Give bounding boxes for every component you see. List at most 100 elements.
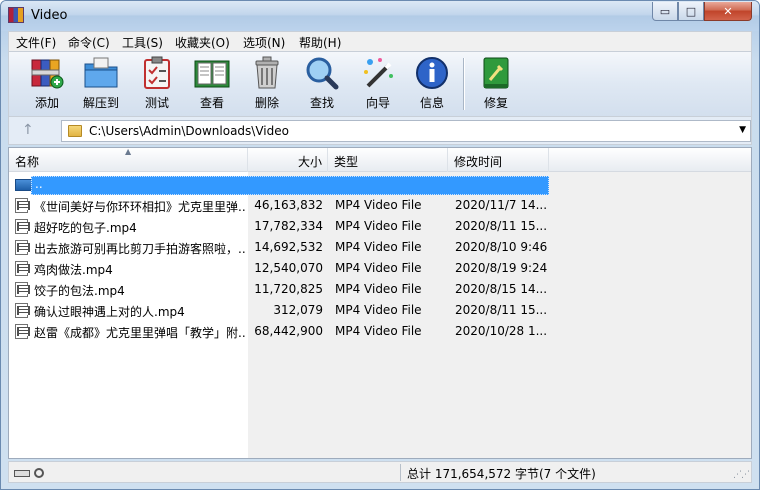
file-modified: 2020/8/10 9:46 — [455, 240, 548, 254]
winrar-window: Video ▭ □ ✕ 文件(F) 命令(C) 工具(S) 收藏夹(O) 选项(… — [0, 0, 760, 490]
extract-folder-icon — [83, 56, 119, 90]
chevron-down-icon[interactable]: ▼ — [739, 125, 746, 135]
file-name: 《世间美好与你环环相扣》尤克里里弹... — [34, 200, 246, 214]
info-icon — [414, 56, 450, 90]
repair-button[interactable]: 修复 — [470, 56, 522, 114]
column-type[interactable]: 类型 — [328, 148, 448, 172]
extract-to-button[interactable]: 解压到 — [75, 56, 127, 114]
path-text: C:\Users\Admin\Downloads\Video — [89, 124, 289, 138]
menu-help[interactable]: 帮助(H) — [299, 34, 341, 51]
file-size: 68,442,900 — [254, 324, 323, 338]
status-divider — [400, 464, 401, 481]
info-button[interactable]: 信息 — [406, 56, 458, 114]
file-size: 312,079 — [273, 303, 323, 317]
table-row[interactable]: 确认过眼神遇上对的人.mp4 312,079 MP4 Video File 20… — [9, 300, 751, 321]
file-type: MP4 Video File — [335, 198, 422, 212]
file-name: .. — [35, 177, 43, 191]
close-button[interactable]: ✕ — [704, 2, 752, 21]
file-modified: 2020/8/19 9:24 — [455, 261, 548, 275]
file-size: 11,720,825 — [254, 282, 323, 296]
minimize-icon: ▭ — [659, 4, 671, 18]
find-button[interactable]: 查找 — [296, 56, 348, 114]
test-button[interactable]: 测试 — [131, 56, 183, 114]
file-name: 确认过眼神遇上对的人.mp4 — [34, 305, 185, 319]
file-name: 饺子的包法.mp4 — [34, 284, 125, 298]
toolbar-separator — [463, 58, 465, 110]
add-button[interactable]: 添加 — [21, 56, 73, 114]
file-modified: 2020/11/7 14... — [455, 198, 548, 212]
minimize-button[interactable]: ▭ — [652, 2, 678, 21]
parent-folder-icon — [15, 179, 32, 191]
key-icon[interactable] — [34, 468, 44, 478]
path-field[interactable]: C:\Users\Admin\Downloads\Video ▼ — [61, 120, 751, 142]
menu-file[interactable]: 文件(F) — [16, 34, 56, 51]
sort-ascending-icon: ▲ — [125, 147, 132, 156]
file-type: MP4 Video File — [335, 240, 422, 254]
menu-favorites[interactable]: 收藏夹(O) — [175, 34, 230, 51]
close-icon: ✕ — [723, 4, 733, 18]
table-row[interactable]: 赵雷《成都》尤克里里弹唱「教学」附... 68,442,900 MP4 Vide… — [9, 321, 751, 342]
extract-to-label: 解压到 — [82, 96, 119, 110]
test-label: 测试 — [144, 96, 169, 110]
file-type: MP4 Video File — [335, 303, 422, 317]
file-modified: 2020/8/11 15... — [455, 303, 548, 317]
file-name: 鸡肉做法.mp4 — [34, 263, 113, 277]
winrar-app-icon[interactable] — [8, 7, 24, 23]
file-name: 出去旅游可别再比剪刀手拍游客照啦，... — [34, 242, 246, 256]
trash-can-icon — [249, 56, 285, 90]
table-row[interactable]: 《世间美好与你环环相扣》尤克里里弹... 46,163,832 MP4 Vide… — [9, 195, 751, 216]
table-row[interactable]: 超好吃的包子.mp4 17,782,334 MP4 Video File 202… — [9, 216, 751, 237]
wizard-button[interactable]: 向导 — [352, 56, 404, 114]
repair-kit-icon — [478, 56, 514, 90]
video-file-icon — [15, 240, 30, 255]
menu-options[interactable]: 选项(N) — [243, 34, 285, 51]
column-name[interactable]: 名称 ▲ — [9, 147, 248, 172]
video-file-icon — [15, 219, 30, 234]
file-modified: 2020/10/28 1... — [455, 324, 548, 338]
video-file-icon — [15, 198, 30, 213]
column-modified[interactable]: 修改时间 — [448, 148, 549, 172]
address-bar: ↑ C:\Users\Admin\Downloads\Video ▼ — [8, 117, 752, 145]
file-type: MP4 Video File — [335, 219, 422, 233]
column-modified-label: 修改时间 — [454, 155, 503, 169]
title-bar[interactable]: Video ▭ □ ✕ — [1, 1, 759, 31]
file-size: 17,782,334 — [254, 219, 323, 233]
table-row[interactable]: 鸡肉做法.mp4 12,540,070 MP4 Video File 2020/… — [9, 258, 751, 279]
column-size-label: 大小 — [297, 155, 322, 169]
status-bar: 总计 171,654,572 字节(7 个文件) ⋰⋰ — [8, 461, 752, 483]
wand-icon — [360, 56, 396, 90]
file-size: 12,540,070 — [254, 261, 323, 275]
view-button[interactable]: 查看 — [186, 56, 238, 114]
column-name-label: 名称 — [15, 155, 40, 169]
delete-button[interactable]: 删除 — [241, 56, 293, 114]
video-file-icon — [15, 261, 30, 276]
table-row[interactable]: 出去旅游可别再比剪刀手拍游客照啦，... 14,692,532 MP4 Vide… — [9, 237, 751, 258]
maximize-button[interactable]: □ — [678, 2, 704, 21]
status-summary: 总计 171,654,572 字节(7 个文件) — [407, 467, 596, 481]
maximize-icon: □ — [685, 4, 697, 18]
drive-icon[interactable] — [14, 470, 30, 477]
window-title: Video — [31, 8, 68, 23]
menu-commands[interactable]: 命令(C) — [68, 34, 110, 51]
parent-folder-row[interactable]: .. — [9, 174, 751, 195]
column-type-label: 类型 — [334, 155, 359, 169]
file-size: 14,692,532 — [254, 240, 323, 254]
delete-label: 删除 — [254, 96, 279, 110]
file-type: MP4 Video File — [335, 261, 422, 275]
view-label: 查看 — [199, 96, 224, 110]
menu-bar: 文件(F) 命令(C) 工具(S) 收藏夹(O) 选项(N) 帮助(H) — [8, 31, 752, 51]
video-file-icon — [15, 282, 30, 297]
file-type: MP4 Video File — [335, 324, 422, 338]
menu-tools[interactable]: 工具(S) — [122, 34, 163, 51]
add-label: 添加 — [34, 96, 59, 110]
resize-grip-icon[interactable]: ⋰⋰ — [733, 470, 750, 480]
file-modified: 2020/8/11 15... — [455, 219, 548, 233]
file-list[interactable]: 名称 ▲ 大小 类型 修改时间 .. 《世间美好与你环环相扣》尤克里里弹... … — [8, 147, 752, 459]
view-book-icon — [194, 56, 230, 90]
table-row[interactable]: 饺子的包法.mp4 11,720,825 MP4 Video File 2020… — [9, 279, 751, 300]
find-label: 查找 — [309, 96, 334, 110]
file-type: MP4 Video File — [335, 282, 422, 296]
toolbar: 添加 解压到 测试 查看 删除 查找 向导 信息 修复 — [8, 51, 752, 117]
column-size[interactable]: 大小 — [248, 148, 328, 172]
up-folder-icon[interactable]: ↑ — [22, 122, 34, 138]
